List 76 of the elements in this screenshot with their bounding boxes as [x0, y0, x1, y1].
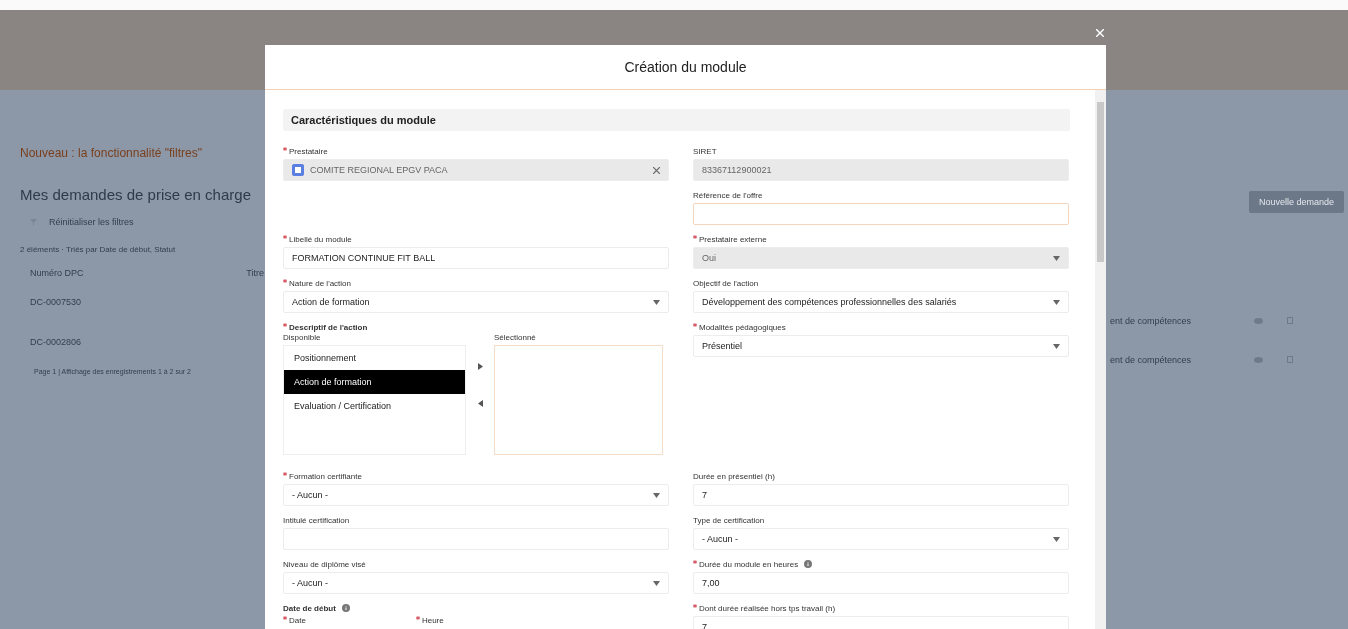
notice-text: Nouveau : la fonctionnalité "filtres": [20, 146, 203, 160]
caret-down-icon: [1053, 343, 1060, 349]
required-mark-icon: [283, 323, 287, 327]
required-mark-icon: [283, 279, 287, 283]
input-field[interactable]: FORMATION CONTINUE FIT BALL: [283, 247, 669, 269]
list-summary: 2 éléments · Triés par Date de début, Statut: [20, 245, 177, 254]
list-label: Disponible: [283, 333, 322, 342]
copy-icon[interactable]: [1287, 316, 1294, 325]
building-icon: [292, 164, 304, 176]
table-cell: DC-0007530: [30, 297, 82, 307]
table-cell: DC-0002806: [30, 337, 82, 347]
required-mark-icon: [283, 235, 287, 239]
column-header[interactable]: Numéro DPC: [20, 268, 84, 278]
field-label: Heure: [421, 615, 444, 625]
input-field[interactable]: 7: [693, 484, 1069, 506]
required-mark-icon: [283, 616, 287, 620]
caret-down-icon: [1053, 299, 1060, 305]
field-label: Date de début: [283, 603, 336, 613]
eye-icon[interactable]: [1254, 356, 1263, 363]
list-label: Sélectionné: [494, 333, 537, 342]
list-item[interactable]: Evaluation / Certification: [284, 394, 465, 418]
select-field[interactable]: Action de formation: [283, 291, 669, 313]
modal-title: Création du module: [265, 45, 1106, 90]
page-title: Mes demandes de prise en charge: [20, 186, 252, 203]
caret-down-icon: [653, 492, 660, 498]
field-label: Objectif de l'action: [693, 278, 759, 288]
field-label: Libellé du module: [289, 234, 352, 244]
clear-icon[interactable]: [653, 166, 660, 174]
field-label: Nature de l'action: [289, 278, 351, 288]
table-cell-text: ent de compétences: [1110, 354, 1193, 365]
select-field[interactable]: - Aucun -: [693, 528, 1069, 550]
select-field[interactable]: - Aucun -: [283, 572, 669, 594]
field-label: Durée du module en heures: [699, 559, 799, 569]
eye-icon[interactable]: [1254, 317, 1263, 324]
required-mark-icon: [693, 235, 697, 239]
required-mark-icon: [693, 560, 697, 564]
field-label: Intitulé certification: [283, 515, 350, 525]
caret-down-icon: [653, 299, 660, 305]
required-mark-icon: [693, 604, 697, 608]
field-label: Prestataire: [289, 146, 328, 156]
field-label: Référence de l'offre: [693, 190, 763, 200]
section-header: Caractéristiques du module: [283, 109, 1070, 131]
copy-icon[interactable]: [1287, 355, 1294, 364]
required-mark-icon: [693, 323, 697, 327]
field-label: Formation certifiante: [289, 471, 362, 481]
field-label: Niveau de diplôme visé: [283, 559, 366, 569]
required-mark-icon: [283, 472, 287, 476]
list-item[interactable]: Action de formation: [284, 370, 465, 394]
scrollbar[interactable]: [1095, 90, 1106, 629]
move-left-icon[interactable]: [477, 400, 483, 407]
list-item[interactable]: Positionnement: [284, 346, 465, 370]
field-label: Descriptif de l'action: [289, 322, 368, 332]
field-label: Date: [289, 615, 306, 625]
move-right-icon[interactable]: [477, 363, 483, 370]
select-field[interactable]: Présentiel: [693, 335, 1069, 357]
table-cell-text: ent de compétences: [1110, 315, 1193, 326]
lookup-field[interactable]: COMITE REGIONAL EPGV PACA: [283, 159, 669, 181]
required-mark-icon: [283, 147, 287, 151]
caret-down-icon: [1053, 536, 1060, 542]
field-label: SIRET: [693, 146, 717, 156]
caret-down-icon: [1053, 255, 1060, 261]
new-request-button[interactable]: Nouvelle demande: [1248, 191, 1344, 213]
field-label: Durée en présentiel (h): [693, 471, 775, 481]
field-label: Prestataire externe: [699, 234, 767, 244]
required-mark-icon: [415, 616, 420, 620]
select-field[interactable]: Développement des compétences professionnelles des salariés: [693, 291, 1069, 313]
input-field[interactable]: 7,00: [693, 572, 1069, 594]
select-field[interactable]: - Aucun -: [283, 484, 669, 506]
field-label: Modalités pédagogiques: [699, 322, 786, 332]
column-header[interactable]: Titre: [246, 268, 264, 278]
caret-down-icon: [653, 580, 660, 586]
close-icon[interactable]: [1096, 29, 1104, 37]
field-label: Type de certification: [693, 515, 765, 525]
reset-filters-link[interactable]: Réinitialiser les filtres: [49, 217, 134, 227]
input-field[interactable]: [693, 203, 1069, 225]
field-label: Dont durée réalisée hors tps travail (h): [699, 603, 836, 613]
